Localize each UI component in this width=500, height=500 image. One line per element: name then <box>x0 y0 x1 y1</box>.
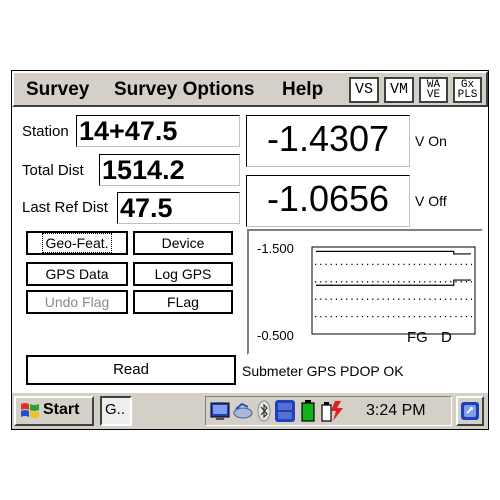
clock[interactable]: 3:24 PM <box>366 402 426 420</box>
undo-flag-button[interactable]: Undo Flag <box>26 290 128 314</box>
system-tray: 3:24 PM <box>205 396 452 426</box>
start-button[interactable]: Start <box>14 396 94 426</box>
last-ref-dist-label: Last Ref Dist <box>22 199 108 216</box>
menu-bar: Survey Survey Options Help VS VM WA VE G… <box>12 71 488 107</box>
desktop-icon <box>461 402 479 420</box>
v-off-readout: -1.0656 <box>246 175 410 227</box>
flag-button[interactable]: FLag <box>133 290 233 314</box>
desktop-button[interactable] <box>456 396 484 426</box>
last-ref-dist-field[interactable]: 47.5 <box>117 192 240 224</box>
wave-button[interactable]: WA VE <box>419 77 448 103</box>
network-icon[interactable] <box>210 401 230 421</box>
power-icon[interactable] <box>319 399 349 423</box>
menu-survey-options[interactable]: Survey Options <box>114 79 254 101</box>
annotation-d: D <box>441 329 452 346</box>
geo-feat-button[interactable]: Geo-Feat. <box>26 231 128 255</box>
series-line-1 <box>316 250 471 255</box>
v-off-unit: V Off <box>415 193 447 209</box>
waveform-chart-svg: -1.500 -0.500 FG D <box>257 241 476 346</box>
v-on-readout: -1.4307 <box>246 115 410 167</box>
gps-data-button[interactable]: GPS Data <box>26 262 128 286</box>
gps-icon[interactable] <box>274 399 296 423</box>
device-screen: Survey Survey Options Help VS VM WA VE G… <box>11 70 489 430</box>
waveform-chart: -1.500 -0.500 FG D <box>247 229 483 355</box>
vm-button[interactable]: VM <box>384 77 414 103</box>
y-tick-label-bottom: -0.500 <box>257 328 294 343</box>
v-on-unit: V On <box>415 133 447 149</box>
gps-status-text: Submeter GPS PDOP OK <box>242 363 404 379</box>
annotation-fg: FG <box>407 329 428 346</box>
battery-icon[interactable] <box>300 399 316 423</box>
log-gps-button[interactable]: Log GPS <box>133 262 233 286</box>
menu-help[interactable]: Help <box>282 79 323 101</box>
windows-flag-icon <box>21 403 39 418</box>
survey-panel: Station 14+47.5 Total Dist 1514.2 Last R… <box>12 107 488 391</box>
start-label: Start <box>43 401 80 418</box>
taskbar-item[interactable]: G.. <box>100 396 132 426</box>
vs-button[interactable]: VS <box>349 77 379 103</box>
total-dist-field[interactable]: 1514.2 <box>99 154 240 186</box>
device-button[interactable]: Device <box>133 231 233 255</box>
read-button[interactable]: Read <box>26 355 236 385</box>
menu-survey[interactable]: Survey <box>26 79 89 101</box>
taskbar: Start G.. 3:24 PM <box>12 391 488 429</box>
gx-pls-button[interactable]: Gx PLS <box>453 77 482 103</box>
sync-icon[interactable] <box>232 401 254 421</box>
bluetooth-icon[interactable] <box>257 400 271 422</box>
total-dist-label: Total Dist <box>22 162 84 179</box>
series-line-2 <box>316 279 471 286</box>
station-label: Station <box>22 123 69 140</box>
y-tick-label-top: -1.500 <box>257 241 294 256</box>
station-field[interactable]: 14+47.5 <box>76 115 240 147</box>
geo-feat-label: Geo-Feat. <box>42 233 112 253</box>
plot-frame <box>311 246 476 335</box>
